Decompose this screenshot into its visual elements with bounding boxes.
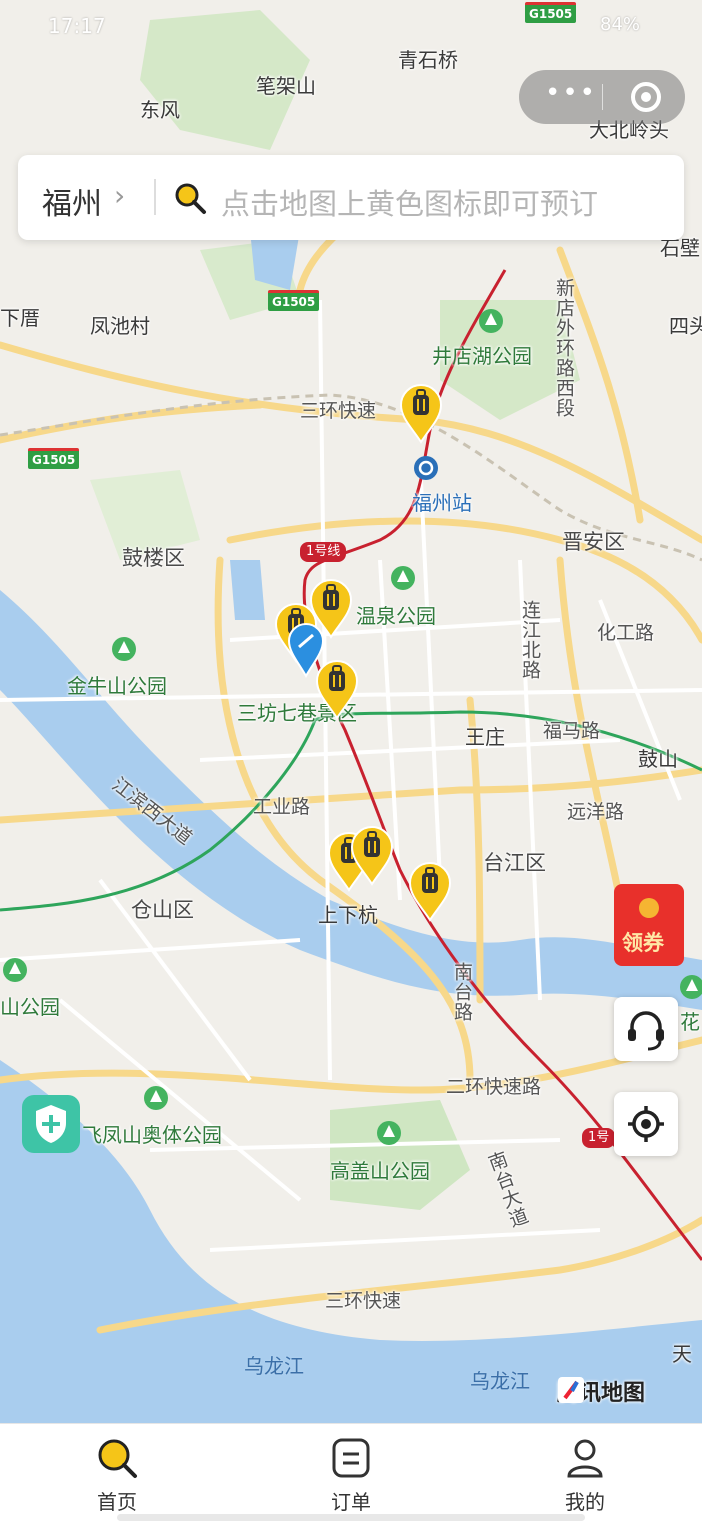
more-menu-icon[interactable]: ••• [545, 78, 597, 108]
crosshair-icon [628, 1106, 664, 1142]
map-label: 南台路 [451, 962, 473, 1022]
tab-profile-label: 我的 [565, 1490, 605, 1514]
luggage-storage-pin[interactable] [398, 384, 444, 444]
search-icon [175, 183, 206, 214]
map-label: 温泉公园 [356, 604, 436, 628]
map-label: 鼓楼区 [122, 546, 185, 570]
park-marker-icon [479, 309, 503, 333]
close-miniprogram-icon[interactable] [631, 82, 661, 112]
metro-line-tag: 1号 [582, 1128, 616, 1148]
map-label: 仓山区 [131, 898, 194, 922]
map-label: 井店湖公园 [432, 344, 532, 368]
map-label: 福马路 [543, 720, 601, 742]
map-label: 新店外环路西段 [553, 278, 575, 418]
user-icon [567, 1439, 603, 1478]
home-indicator [117, 1514, 585, 1521]
search-divider [154, 179, 156, 215]
coin-icon [639, 898, 659, 918]
capsule-divider [602, 84, 603, 110]
map-label: 三环快速 [300, 400, 377, 422]
tab-profile[interactable]: 我的 [525, 1424, 645, 1522]
map-label: 乌龙江 [470, 1369, 530, 1393]
map-label: 花 [680, 1010, 700, 1034]
order-list-icon [332, 1438, 370, 1478]
highway-shield: G1505 [268, 290, 320, 311]
map-label: 高盖山公园 [330, 1159, 430, 1183]
map-label: 四头 [669, 314, 702, 338]
miniprogram-capsule: ••• [519, 70, 685, 124]
park-marker-icon [377, 1121, 401, 1145]
map-label: 石壁 [660, 236, 700, 260]
map-label: 连江北路 [519, 600, 541, 680]
map-label: 台江区 [483, 851, 546, 875]
tab-home[interactable]: 首页 [57, 1424, 177, 1522]
map-label: 天 [672, 1342, 692, 1366]
bottom-tab-bar: 首页 订单 我的 [0, 1423, 702, 1522]
safety-button[interactable] [22, 1095, 80, 1153]
map-label: 王庄 [465, 725, 505, 749]
locate-me-button[interactable] [614, 1092, 678, 1156]
map-label: 晋安区 [562, 530, 625, 554]
coupon-button[interactable]: 领券 [614, 884, 684, 966]
map-label: 山公园 [0, 995, 60, 1019]
park-marker-icon [112, 637, 136, 661]
map-label: 青石桥 [398, 48, 458, 72]
status-bar: 17:17 84% [0, 0, 702, 52]
tab-home-label: 首页 [97, 1490, 137, 1514]
search-placeholder: 点击地图上黄色图标即可预订 [221, 187, 599, 221]
park-marker-icon [680, 975, 702, 999]
railway-station-icon [414, 456, 438, 480]
map-label: 鼓山 [638, 747, 678, 771]
customer-service-button[interactable] [614, 997, 678, 1061]
map-label: 上下杭 [318, 903, 378, 927]
metro-line-tag: 1号线 [300, 542, 347, 562]
chevron-right-icon: › [114, 179, 126, 212]
map-label: 远洋路 [567, 801, 625, 823]
search-icon [98, 1439, 137, 1478]
map-label: 二环快速路 [446, 1076, 542, 1098]
map-label: 福州站 [412, 491, 472, 515]
luggage-storage-pin[interactable] [349, 826, 395, 886]
map-label: 飞凤山奥体公园 [82, 1123, 222, 1147]
status-time: 17:17 [48, 14, 106, 38]
map-label: 工业路 [253, 796, 311, 818]
battery-level: 84% [600, 14, 641, 35]
map-label: 东风 [140, 98, 180, 122]
tab-orders-label: 订单 [331, 1490, 371, 1514]
map-label: 三环快速 [325, 1290, 402, 1312]
search-bar[interactable]: 福州 › 点击地图上黄色图标即可预订 [18, 155, 684, 240]
coupon-label: 领券 [622, 931, 664, 955]
park-marker-icon [144, 1086, 168, 1110]
city-selector[interactable]: 福州 [42, 179, 102, 223]
tab-orders[interactable]: 订单 [291, 1424, 411, 1522]
current-location-pin-icon [287, 623, 325, 678]
map-label: 凤池村 [90, 314, 150, 338]
headset-icon [628, 1011, 664, 1051]
map-label: 乌龙江 [244, 1354, 304, 1378]
map-label: 化工路 [597, 622, 655, 644]
map-label: 下厝 [0, 306, 40, 330]
luggage-storage-pin[interactable] [407, 862, 453, 922]
highway-shield: G1505 [28, 448, 80, 469]
map-label: 金牛山公园 [67, 674, 167, 698]
shield-plus-icon [36, 1105, 66, 1143]
park-marker-icon [3, 958, 27, 982]
park-marker-icon [391, 566, 415, 590]
map-label: 笔架山 [256, 74, 316, 98]
compass-icon [558, 1377, 584, 1403]
